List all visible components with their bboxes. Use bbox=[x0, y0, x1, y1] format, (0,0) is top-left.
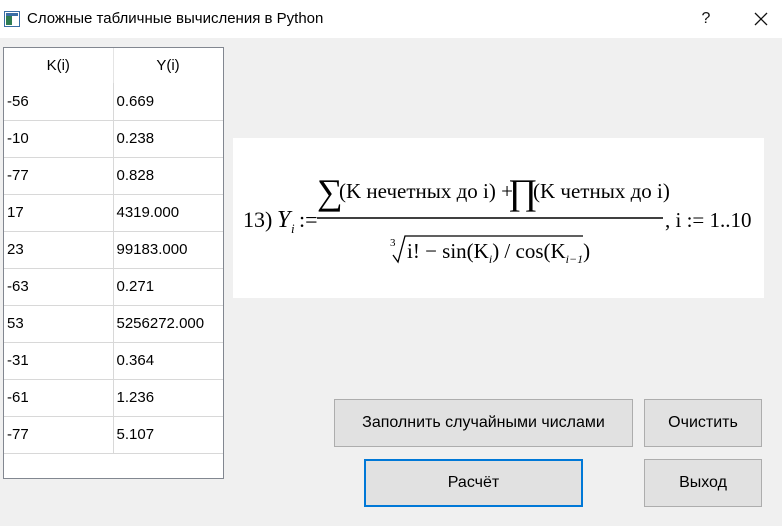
table-cell-k[interactable]: -77 bbox=[4, 416, 114, 454]
formula-number: 13) bbox=[243, 207, 272, 232]
close-icon bbox=[754, 12, 768, 26]
formula-numerator-part2: (K четных до i) bbox=[533, 179, 670, 203]
formula-assign: := bbox=[299, 207, 318, 232]
formula-denominator: i! − sin(Ki) / cos(Ki−1) bbox=[407, 239, 590, 266]
table-row: 17 4319.000 bbox=[4, 194, 223, 232]
table-cell-k[interactable]: -63 bbox=[4, 268, 114, 306]
table-cell-k[interactable]: -31 bbox=[4, 342, 114, 380]
exit-button[interactable]: Выход bbox=[644, 459, 762, 507]
help-button[interactable]: ? bbox=[686, 2, 726, 36]
table-row: -56 0.669 bbox=[4, 83, 223, 121]
table-cell-k[interactable]: 17 bbox=[4, 194, 114, 232]
formula-image: 13) Y i := ∑ (K нечетных до i) + ∏ (K че… bbox=[233, 138, 764, 298]
table-row: -77 0.828 bbox=[4, 157, 223, 195]
window-title: Сложные табличные вычисления в Python bbox=[27, 10, 324, 27]
table-row: -77 5.107 bbox=[4, 416, 223, 454]
table-row: -63 0.271 bbox=[4, 268, 223, 306]
table-cell-k[interactable]: 53 bbox=[4, 305, 114, 343]
close-button[interactable] bbox=[740, 2, 782, 36]
fill-random-button[interactable]: Заполнить случайными числами bbox=[334, 399, 633, 447]
table-cell-k[interactable]: -61 bbox=[4, 379, 114, 417]
table-cell-y[interactable]: 4319.000 bbox=[113, 194, 223, 232]
column-header-y[interactable]: Y(i) bbox=[113, 48, 223, 83]
title-bar: Сложные табличные вычисления в Python ? bbox=[0, 0, 782, 38]
calculate-button[interactable]: Расчёт bbox=[364, 459, 583, 507]
table-cell-y[interactable]: 0.271 bbox=[113, 268, 223, 306]
table-row: 53 5256272.000 bbox=[4, 305, 223, 343]
table-cell-y[interactable]: 1.236 bbox=[113, 379, 223, 417]
table-cell-y[interactable]: 0.238 bbox=[113, 120, 223, 158]
column-header-k[interactable]: K(i) bbox=[4, 48, 114, 83]
table-row: -10 0.238 bbox=[4, 120, 223, 158]
table-row: -61 1.236 bbox=[4, 379, 223, 417]
table-cell-y[interactable]: 5.107 bbox=[113, 416, 223, 454]
table-cell-k[interactable]: -10 bbox=[4, 120, 114, 158]
table-row: -31 0.364 bbox=[4, 342, 223, 380]
table-header-row: K(i) Y(i) bbox=[4, 48, 223, 83]
formula-numerator-part1: (K нечетных до i) + bbox=[339, 179, 513, 203]
table-cell-y[interactable]: 0.669 bbox=[113, 83, 223, 121]
formula-y-subscript: i bbox=[291, 221, 295, 236]
table-cell-y[interactable]: 5256272.000 bbox=[113, 305, 223, 343]
table-cell-y[interactable]: 0.364 bbox=[113, 342, 223, 380]
clear-button[interactable]: Очистить bbox=[644, 399, 762, 447]
table-cell-y[interactable]: 99183.000 bbox=[113, 231, 223, 269]
app-window-icon bbox=[4, 11, 20, 27]
table-cell-k[interactable]: -56 bbox=[4, 83, 114, 121]
table-row: 23 99183.000 bbox=[4, 231, 223, 269]
data-table[interactable]: K(i) Y(i) -56 0.669 -10 0.238 -77 0.828 … bbox=[3, 47, 224, 479]
table-cell-y[interactable]: 0.828 bbox=[113, 157, 223, 195]
table-cell-k[interactable]: 23 bbox=[4, 231, 114, 269]
formula-range: , i := 1..10 bbox=[665, 208, 752, 232]
root-index: 3 bbox=[390, 237, 396, 249]
table-cell-k[interactable]: -77 bbox=[4, 157, 114, 195]
